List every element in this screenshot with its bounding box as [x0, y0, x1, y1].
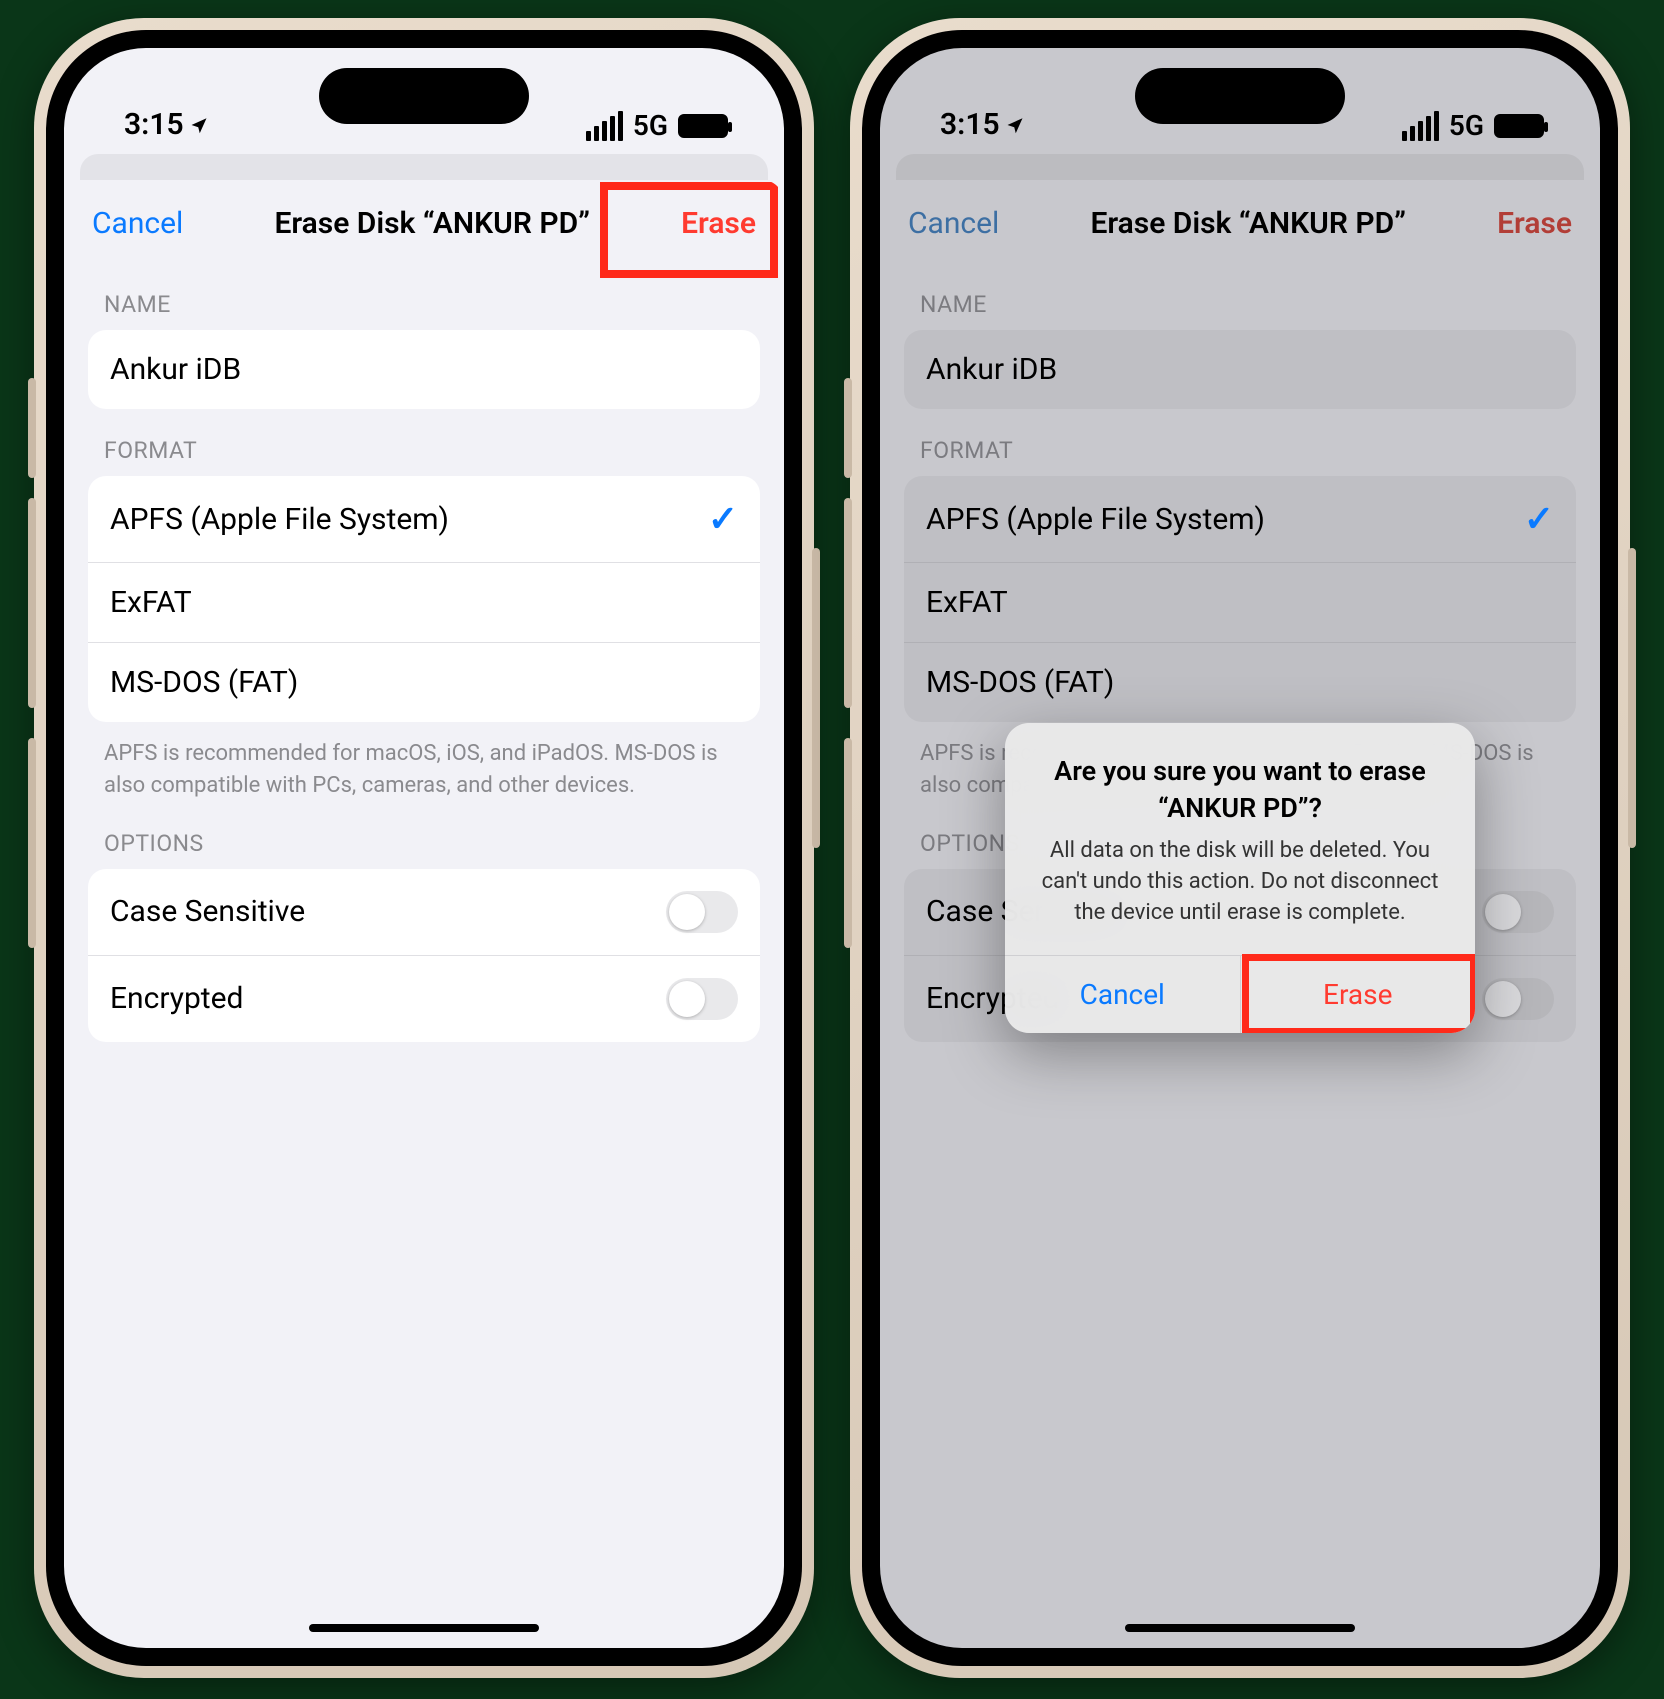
section-label-name: NAME: [64, 263, 784, 330]
sheet-title: Erase Disk “ANKUR PD”: [274, 206, 590, 241]
toggle-case-sensitive[interactable]: [666, 891, 738, 933]
alert-erase-button[interactable]: Erase: [1241, 956, 1476, 1033]
dynamic-island: [319, 68, 529, 124]
dynamic-island: [1135, 68, 1345, 124]
alert-title: Are you sure you want to erase “ANKUR PD…: [1031, 753, 1449, 826]
option-label: Case Sensitive: [110, 894, 305, 929]
sheet-nav: Cancel Erase Disk “ANKUR PD” Erase: [64, 180, 784, 263]
status-time: 3:15: [124, 107, 184, 142]
name-value: Ankur iDB: [110, 352, 241, 387]
cancel-button[interactable]: Cancel: [92, 206, 183, 241]
toggle-encrypted[interactable]: [666, 978, 738, 1020]
format-label: ExFAT: [110, 585, 192, 620]
alert-backdrop: Are you sure you want to erase “ANKUR PD…: [880, 48, 1600, 1648]
format-option-exfat[interactable]: ExFAT: [88, 562, 760, 642]
network-label: 5G: [633, 109, 668, 142]
erase-disk-sheet: Cancel Erase Disk “ANKUR PD” Erase NAME …: [64, 180, 784, 1042]
format-footer: APFS is recommended for macOS, iOS, and …: [64, 722, 784, 802]
option-encrypted[interactable]: Encrypted: [88, 955, 760, 1042]
erase-button[interactable]: Erase: [681, 206, 756, 241]
format-label: APFS (Apple File System): [110, 502, 449, 537]
section-label-format: FORMAT: [64, 409, 784, 476]
format-label: MS-DOS (FAT): [110, 665, 298, 700]
format-option-msdos[interactable]: MS-DOS (FAT): [88, 642, 760, 722]
alert-message: All data on the disk will be deleted. Yo…: [1031, 836, 1449, 928]
option-case-sensitive[interactable]: Case Sensitive: [88, 869, 760, 955]
location-icon: [190, 107, 208, 142]
checkmark-icon: ✓: [708, 498, 738, 540]
battery-icon: [678, 114, 728, 138]
name-field[interactable]: Ankur iDB: [88, 330, 760, 409]
phone-left: 3:15 5G Cancel Erase Disk “ANKUR PD”: [34, 18, 814, 1678]
confirm-erase-alert: Are you sure you want to erase “ANKUR PD…: [1005, 723, 1475, 1032]
signal-icon: [586, 111, 623, 141]
sheet-back-card: [80, 154, 768, 180]
format-option-apfs[interactable]: APFS (Apple File System) ✓: [88, 476, 760, 562]
option-label: Encrypted: [110, 981, 243, 1016]
home-indicator[interactable]: [309, 1624, 539, 1632]
section-label-options: OPTIONS: [64, 802, 784, 869]
phone-right: 3:15 5G Cancel Erase Disk “ANKUR PD”: [850, 18, 1630, 1678]
alert-cancel-button[interactable]: Cancel: [1005, 956, 1241, 1033]
